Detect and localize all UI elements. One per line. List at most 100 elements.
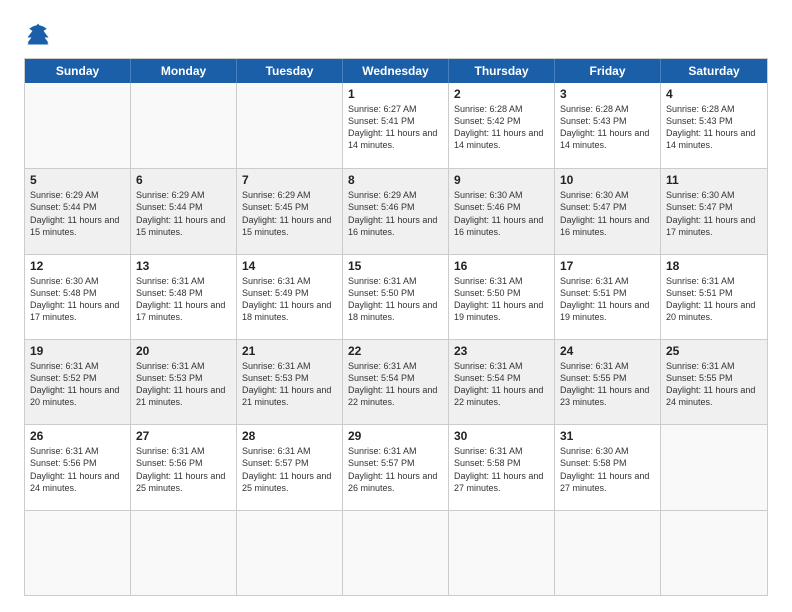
day-number: 8 xyxy=(348,173,443,187)
calendar-cell: 27 Sunrise: 6:31 AM Sunset: 5:56 PM Dayli… xyxy=(131,425,237,509)
day-number: 12 xyxy=(30,259,125,273)
calendar-cell: 20 Sunrise: 6:31 AM Sunset: 5:53 PM Dayli… xyxy=(131,340,237,424)
calendar-cell: 3 Sunrise: 6:28 AM Sunset: 5:43 PM Daylig… xyxy=(555,83,661,168)
logo-icon xyxy=(24,20,52,48)
day-number: 14 xyxy=(242,259,337,273)
calendar-header: SundayMondayTuesdayWednesdayThursdayFrid… xyxy=(25,59,767,83)
calendar-row: 12 Sunrise: 6:30 AM Sunset: 5:48 PM Dayli… xyxy=(25,254,767,339)
cell-info: Sunrise: 6:31 AM Sunset: 5:54 PM Dayligh… xyxy=(454,360,549,409)
cell-info: Sunrise: 6:31 AM Sunset: 5:51 PM Dayligh… xyxy=(666,275,762,324)
cell-info: Sunrise: 6:31 AM Sunset: 5:50 PM Dayligh… xyxy=(454,275,549,324)
cell-info: Sunrise: 6:31 AM Sunset: 5:48 PM Dayligh… xyxy=(136,275,231,324)
calendar-cell: 26Sunrise: 6:31 AM Sunset: 5:56 PM Dayli… xyxy=(25,425,131,509)
day-number: 6 xyxy=(136,173,231,187)
cell-info: Sunrise: 6:28 AM Sunset: 5:42 PM Dayligh… xyxy=(454,103,549,152)
cell-info: Sunrise: 6:31 AM Sunset: 5:49 PM Dayligh… xyxy=(242,275,337,324)
calendar-cell: 22 Sunrise: 6:31 AM Sunset: 5:54 PM Dayli… xyxy=(343,340,449,424)
cell-info: Sunrise: 6:31 AM Sunset: 5:53 PM Dayligh… xyxy=(242,360,337,409)
cell-info: Sunrise: 6:31 AM Sunset: 5:57 PM Dayligh… xyxy=(348,445,443,494)
calendar-row: 5Sunrise: 6:29 AM Sunset: 5:44 PM Daylig… xyxy=(25,168,767,253)
cell-info: Sunrise: 6:30 AM Sunset: 5:48 PM Dayligh… xyxy=(30,275,125,324)
day-number: 4 xyxy=(666,87,762,101)
cell-info: Sunrise: 6:31 AM Sunset: 5:52 PM Dayligh… xyxy=(30,360,125,409)
calendar-cell: 8Sunrise: 6:29 AM Sunset: 5:46 PM Daylig… xyxy=(343,169,449,253)
calendar-cell: 11Sunrise: 6:30 AM Sunset: 5:47 PM Dayli… xyxy=(661,169,767,253)
day-number: 15 xyxy=(348,259,443,273)
calendar-row: 19 Sunrise: 6:31 AM Sunset: 5:52 PM Dayli… xyxy=(25,339,767,424)
weekday-header: Monday xyxy=(131,59,237,83)
calendar-cell: 2 Sunrise: 6:28 AM Sunset: 5:42 PM Daylig… xyxy=(449,83,555,168)
day-number: 21 xyxy=(242,344,337,358)
cell-info: Sunrise: 6:29 AM Sunset: 5:44 PM Dayligh… xyxy=(30,189,125,238)
day-number: 23 xyxy=(454,344,549,358)
day-number: 27 xyxy=(136,429,231,443)
cell-info: Sunrise: 6:28 AM Sunset: 5:43 PM Dayligh… xyxy=(560,103,655,152)
calendar-cell xyxy=(661,425,767,509)
calendar-row: 26Sunrise: 6:31 AM Sunset: 5:56 PM Dayli… xyxy=(25,424,767,509)
day-number: 25 xyxy=(666,344,762,358)
cell-info: Sunrise: 6:31 AM Sunset: 5:55 PM Dayligh… xyxy=(560,360,655,409)
weekday-header: Tuesday xyxy=(237,59,343,83)
day-number: 9 xyxy=(454,173,549,187)
day-number: 10 xyxy=(560,173,655,187)
logo xyxy=(24,20,56,48)
weekday-header: Saturday xyxy=(661,59,767,83)
day-number: 29 xyxy=(348,429,443,443)
calendar-cell: 23 Sunrise: 6:31 AM Sunset: 5:54 PM Dayli… xyxy=(449,340,555,424)
calendar-cell: 30Sunrise: 6:31 AM Sunset: 5:58 PM Dayli… xyxy=(449,425,555,509)
cell-info: Sunrise: 6:31 AM Sunset: 5:56 PM Dayligh… xyxy=(30,445,125,494)
cell-info: Sunrise: 6:31 AM Sunset: 5:55 PM Dayligh… xyxy=(666,360,762,409)
cell-info: Sunrise: 6:28 AM Sunset: 5:43 PM Dayligh… xyxy=(666,103,762,152)
day-number: 13 xyxy=(136,259,231,273)
calendar-cell: 15Sunrise: 6:31 AM Sunset: 5:50 PM Dayli… xyxy=(343,255,449,339)
calendar-cell: 14 Sunrise: 6:31 AM Sunset: 5:49 PM Dayli… xyxy=(237,255,343,339)
day-number: 22 xyxy=(348,344,443,358)
header xyxy=(24,20,768,48)
calendar-cell: 10 Sunrise: 6:30 AM Sunset: 5:47 PM Dayli… xyxy=(555,169,661,253)
cell-info: Sunrise: 6:30 AM Sunset: 5:58 PM Dayligh… xyxy=(560,445,655,494)
day-number: 18 xyxy=(666,259,762,273)
calendar-cell xyxy=(237,511,343,595)
cell-info: Sunrise: 6:31 AM Sunset: 5:56 PM Dayligh… xyxy=(136,445,231,494)
calendar-cell: 21 Sunrise: 6:31 AM Sunset: 5:53 PM Dayli… xyxy=(237,340,343,424)
cell-info: Sunrise: 6:30 AM Sunset: 5:46 PM Dayligh… xyxy=(454,189,549,238)
cell-info: Sunrise: 6:30 AM Sunset: 5:47 PM Dayligh… xyxy=(560,189,655,238)
calendar-cell: 31 Sunrise: 6:30 AM Sunset: 5:58 PM Dayli… xyxy=(555,425,661,509)
day-number: 20 xyxy=(136,344,231,358)
weekday-header: Thursday xyxy=(449,59,555,83)
calendar-cell: 28 Sunrise: 6:31 AM Sunset: 5:57 PM Dayli… xyxy=(237,425,343,509)
calendar-cell: 17 Sunrise: 6:31 AM Sunset: 5:51 PM Dayli… xyxy=(555,255,661,339)
cell-info: Sunrise: 6:31 AM Sunset: 5:53 PM Dayligh… xyxy=(136,360,231,409)
day-number: 31 xyxy=(560,429,655,443)
cell-info: Sunrise: 6:29 AM Sunset: 5:45 PM Dayligh… xyxy=(242,189,337,238)
day-number: 7 xyxy=(242,173,337,187)
calendar-cell: 4 Sunrise: 6:28 AM Sunset: 5:43 PM Daylig… xyxy=(661,83,767,168)
cell-info: Sunrise: 6:31 AM Sunset: 5:54 PM Dayligh… xyxy=(348,360,443,409)
day-number: 28 xyxy=(242,429,337,443)
day-number: 3 xyxy=(560,87,655,101)
calendar-cell xyxy=(25,511,131,595)
calendar: SundayMondayTuesdayWednesdayThursdayFrid… xyxy=(24,58,768,596)
day-number: 24 xyxy=(560,344,655,358)
calendar-cell: 25 Sunrise: 6:31 AM Sunset: 5:55 PM Dayli… xyxy=(661,340,767,424)
calendar-cell xyxy=(131,83,237,168)
cell-info: Sunrise: 6:31 AM Sunset: 5:51 PM Dayligh… xyxy=(560,275,655,324)
calendar-body: 1Sunrise: 6:27 AM Sunset: 5:41 PM Daylig… xyxy=(25,83,767,595)
cell-info: Sunrise: 6:29 AM Sunset: 5:44 PM Dayligh… xyxy=(136,189,231,238)
calendar-cell: 24 Sunrise: 6:31 AM Sunset: 5:55 PM Dayli… xyxy=(555,340,661,424)
day-number: 19 xyxy=(30,344,125,358)
day-number: 11 xyxy=(666,173,762,187)
calendar-cell: 1Sunrise: 6:27 AM Sunset: 5:41 PM Daylig… xyxy=(343,83,449,168)
cell-info: Sunrise: 6:31 AM Sunset: 5:57 PM Dayligh… xyxy=(242,445,337,494)
calendar-cell: 7 Sunrise: 6:29 AM Sunset: 5:45 PM Daylig… xyxy=(237,169,343,253)
calendar-cell xyxy=(25,83,131,168)
calendar-cell: 19 Sunrise: 6:31 AM Sunset: 5:52 PM Dayli… xyxy=(25,340,131,424)
calendar-cell xyxy=(343,511,449,595)
day-number: 2 xyxy=(454,87,549,101)
calendar-cell: 18 Sunrise: 6:31 AM Sunset: 5:51 PM Dayli… xyxy=(661,255,767,339)
calendar-row: 1Sunrise: 6:27 AM Sunset: 5:41 PM Daylig… xyxy=(25,83,767,168)
calendar-cell: 12 Sunrise: 6:30 AM Sunset: 5:48 PM Dayli… xyxy=(25,255,131,339)
day-number: 17 xyxy=(560,259,655,273)
calendar-cell: 9 Sunrise: 6:30 AM Sunset: 5:46 PM Daylig… xyxy=(449,169,555,253)
calendar-cell xyxy=(237,83,343,168)
